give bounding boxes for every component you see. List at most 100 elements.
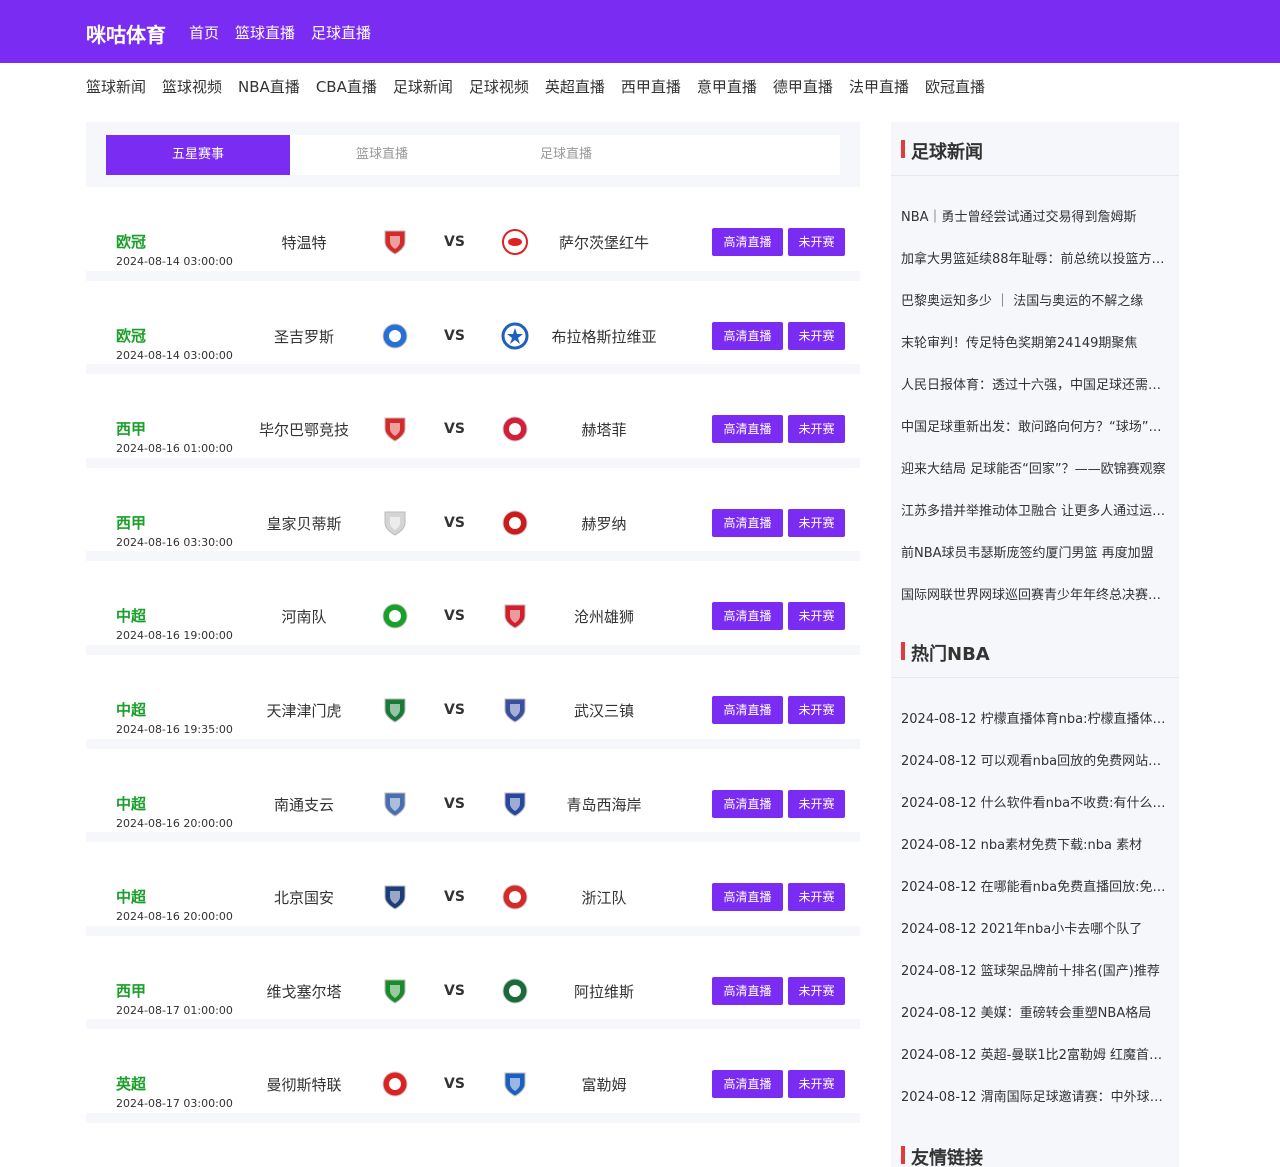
subnav-basketball-news[interactable]: 篮球新闻 [86,76,146,97]
hd-live-button[interactable]: 高清直播 [712,415,783,444]
hot-nba-item[interactable]: 2024-08-12 英超-曼联1比2富勒姆 红魔首轮告负 [901,1044,1169,1063]
football-news-item[interactable]: 人民日报体育：透过十六强，中国足球还需努力 [901,374,1169,393]
row-divider [86,457,860,468]
away-team[interactable]: 武汉三镇 [529,700,679,721]
not-started-button[interactable]: 未开赛 [788,976,845,1005]
vs-label: VS [444,702,465,718]
league-label[interactable]: 中超 [116,793,146,814]
away-team[interactable]: 布拉格斯拉维亚 [529,326,679,347]
subnav-nba-live[interactable]: NBA直播 [238,76,300,97]
league-label[interactable]: 中超 [116,605,146,626]
league-label[interactable]: 欧冠 [116,325,146,346]
football-news-item[interactable]: 前NBA球员韦瑟斯庞签约厦门男篮 再度加盟 [901,542,1169,561]
nav-home[interactable]: 首页 [189,22,219,43]
nav-basketball-live[interactable]: 篮球直播 [235,22,295,43]
not-started-button[interactable]: 未开赛 [788,321,845,350]
hot-nba-item[interactable]: 2024-08-12 柠檬直播体育nba:柠檬直播体育nba在线观看 [901,708,1169,727]
hot-nba-item[interactable]: 2024-08-12 2021年nba小卡去哪个队了 [901,918,1169,937]
subnav-laliga-live[interactable]: 西甲直播 [621,76,681,97]
hot-nba-item[interactable]: 2024-08-12 美媒：重磅转会重塑NBA格局 [901,1002,1169,1021]
hot-nba-header: 热门NBA [891,624,1179,678]
home-team[interactable]: 北京国安 [229,887,379,908]
league-label[interactable]: 西甲 [116,980,146,1001]
league-label[interactable]: 中超 [116,699,146,720]
away-team[interactable]: 赫罗纳 [529,513,679,534]
hd-live-button[interactable]: 高清直播 [712,508,783,537]
league-label[interactable]: 英超 [116,1073,146,1094]
row-divider [86,925,860,936]
football-news-item[interactable]: 江苏多措并举推动体卫融合 让更多人通过运动受益 [901,500,1169,519]
subnav-football-video[interactable]: 足球视频 [469,76,529,97]
home-team[interactable]: 南通支云 [229,794,379,815]
hot-nba-item[interactable]: 2024-08-12 渭南国际足球邀请赛：中外球队同场竞技 [901,1086,1169,1105]
away-team[interactable]: 萨尔茨堡红牛 [529,232,679,253]
home-team[interactable]: 天津津门虎 [229,700,379,721]
subnav-ucl-live[interactable]: 欧冠直播 [925,76,985,97]
hd-live-button[interactable]: 高清直播 [712,696,783,724]
subnav-bundesliga-live[interactable]: 德甲直播 [773,76,833,97]
tab-five-star[interactable]: 五星赛事 [106,135,290,175]
league-label[interactable]: 欧冠 [116,231,146,252]
subnav-premier-league-live[interactable]: 英超直播 [545,76,605,97]
hd-live-button[interactable]: 高清直播 [712,789,783,818]
football-news-item[interactable]: 末轮审判！传足特色奖期第24149期聚焦 [901,332,1169,351]
hd-live-button[interactable]: 高清直播 [712,321,783,350]
subnav-football-news[interactable]: 足球新闻 [393,76,453,97]
hot-nba-item[interactable]: 2024-08-12 篮球架品牌前十排名(国产)推荐 [901,960,1169,979]
hd-live-button[interactable]: 高清直播 [712,883,783,912]
home-team[interactable]: 曼彻斯特联 [229,1074,379,1095]
hot-nba-item[interactable]: 2024-08-12 可以观看nba回放的免费网站推荐 [901,750,1169,769]
subnav-basketball-video[interactable]: 篮球视频 [162,76,222,97]
home-team-crest-icon [381,790,409,818]
match-time: 2024-08-16 19:35:00 [116,723,233,736]
not-started-button[interactable]: 未开赛 [788,602,845,631]
nav-football-live[interactable]: 足球直播 [311,22,371,43]
home-team[interactable]: 圣吉罗斯 [229,326,379,347]
not-started-button[interactable]: 未开赛 [788,508,845,537]
vs-label: VS [444,514,465,531]
home-team[interactable]: 维戈塞尔塔 [229,981,379,1002]
hd-live-button[interactable]: 高清直播 [712,1070,783,1099]
match-time: 2024-08-17 01:00:00 [116,1003,233,1017]
away-team[interactable]: 沧州雄狮 [529,606,679,627]
home-team[interactable]: 皇家贝蒂斯 [229,513,379,534]
home-team[interactable]: 毕尔巴鄂竞技 [229,419,379,440]
hot-nba-item[interactable]: 2024-08-12 在哪能看nba免费直播回放:免费渠道 [901,876,1169,895]
hot-nba-item[interactable]: 2024-08-12 nba素材免费下载:nba 素材 [901,834,1169,853]
home-team[interactable]: 河南队 [229,606,379,627]
league-label[interactable]: 西甲 [116,512,146,533]
hot-nba-item[interactable]: 2024-08-12 什么软件看nba不收费:有什么软件 [901,792,1169,811]
vs-label: VS [444,421,465,438]
subnav-cba-live[interactable]: CBA直播 [316,76,377,97]
football-news-item[interactable]: 巴黎奥运知多少 ｜ 法国与奥运的不解之缘 [901,290,1169,309]
subnav-ligue1-live[interactable]: 法甲直播 [849,76,909,97]
subnav-serie-a-live[interactable]: 意甲直播 [697,76,757,97]
away-team[interactable]: 青岛西海岸 [529,794,679,815]
tab-football-live[interactable]: 足球直播 [474,135,658,175]
not-started-button[interactable]: 未开赛 [788,1070,845,1099]
site-logo[interactable]: 咪咕体育 [86,19,166,48]
not-started-button[interactable]: 未开赛 [788,228,845,256]
football-news-item[interactable]: 迎来大结局 足球能否“回家”？——欧锦赛观察 [901,458,1169,477]
not-started-button[interactable]: 未开赛 [788,415,845,444]
away-team[interactable]: 富勒姆 [529,1074,679,1095]
not-started-button[interactable]: 未开赛 [788,696,845,724]
football-news-item[interactable]: 国际网联世界网球巡回赛青少年年终总决赛开幕 [901,584,1169,603]
not-started-button[interactable]: 未开赛 [788,789,845,818]
match-row: 西甲 2024-08-17 01:00:00 维戈塞尔塔 VS 阿拉维斯 高清直播 未开赛 [86,935,860,1030]
football-news-item[interactable]: 中国足球重新出发：敢问路向何方？“球场”在哪 [901,416,1169,435]
league-label[interactable]: 中超 [116,886,146,907]
tab-basketball-live[interactable]: 篮球直播 [290,135,474,175]
away-team[interactable]: 阿拉维斯 [529,981,679,1002]
away-team[interactable]: 浙江队 [529,887,679,908]
hd-live-button[interactable]: 高清直播 [712,228,783,256]
home-team[interactable]: 特温特 [229,232,379,253]
football-news-item[interactable]: 加拿大男篮延续88年耻辱：前总统以投篮方式庆祝胜利 [901,248,1169,267]
league-label[interactable]: 西甲 [116,418,146,439]
hd-live-button[interactable]: 高清直播 [712,976,783,1005]
not-started-button[interactable]: 未开赛 [788,883,845,912]
football-news-header: 足球新闻 [891,122,1179,176]
hd-live-button[interactable]: 高清直播 [712,602,783,631]
football-news-item[interactable]: NBA｜勇士曾经尝试通过交易得到詹姆斯 [901,206,1169,225]
away-team[interactable]: 赫塔菲 [529,419,679,440]
